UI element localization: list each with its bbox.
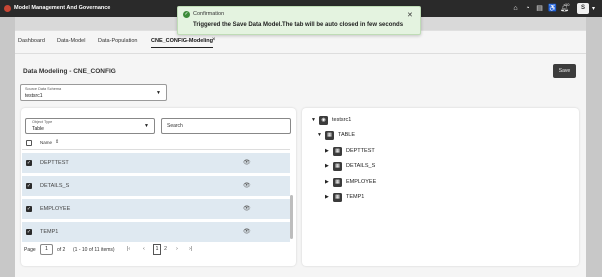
tabs-divider	[15, 53, 586, 54]
table-header: Name ⇕	[22, 138, 290, 150]
schema-icon: ◉	[319, 116, 328, 125]
row-name: DETAILS_S	[40, 183, 70, 189]
row-name: TEMP1	[40, 229, 59, 235]
document-icon[interactable]: ▤	[536, 5, 543, 12]
collapse-caret-icon[interactable]: ▶	[325, 194, 329, 200]
app-title: Model Management And Governance	[14, 5, 111, 11]
object-type-label: Object Type	[32, 120, 53, 124]
page-number-input[interactable]: 1	[40, 244, 53, 255]
caret-down-icon: ▼	[156, 90, 161, 96]
expand-caret-icon[interactable]: ▼	[317, 132, 322, 138]
first-page-icon[interactable]: |‹	[127, 246, 130, 252]
tree-item-label: DETAILS_S	[346, 163, 376, 169]
page-button-1[interactable]: 1	[153, 244, 161, 255]
accessibility-icon[interactable]: ♿	[548, 5, 557, 12]
view-eye-icon[interactable]: 👁︎	[243, 159, 251, 166]
row-name: DEPTTEST	[40, 160, 69, 166]
collapse-caret-icon[interactable]: ▶	[325, 148, 329, 154]
row-checkbox[interactable]: ✓	[26, 229, 32, 235]
table-row[interactable]: ✓ EMPLOYEE 👁︎	[22, 199, 290, 220]
tab-bar: Dashboard Data-Model Data-Population CNE…	[15, 37, 586, 54]
tab-data-model[interactable]: Data-Model	[57, 38, 85, 47]
list-scrollbar[interactable]	[290, 195, 293, 239]
close-icon[interactable]: ✕	[407, 11, 413, 19]
recent-icon[interactable]: ◔	[524, 5, 531, 12]
table-folder-icon: ▦	[325, 131, 334, 140]
row-checkbox[interactable]: ✓	[26, 183, 32, 189]
last-page-icon[interactable]: ›|	[189, 246, 192, 252]
tab-data-population[interactable]: Data-Population	[98, 38, 137, 47]
tab-dashboard[interactable]: Dashboard	[18, 38, 45, 47]
tree-item-label: DEPTTEST	[346, 148, 375, 154]
row-name: EMPLOYEE	[40, 206, 71, 212]
page-title: Data Modeling - CNE_CONFIG	[23, 68, 116, 75]
save-button[interactable]: Save	[553, 64, 576, 78]
tree-group-label: TABLE	[338, 132, 356, 138]
object-type-select[interactable]: Object Type Table ▼	[25, 118, 155, 134]
chevron-down-icon[interactable]: ▾	[592, 5, 595, 12]
toast-title: Confirmation	[193, 11, 225, 17]
object-type-value: Table	[32, 126, 44, 132]
caret-down-icon: ▼	[144, 123, 149, 129]
table-row[interactable]: ✓ DEPTTEST 👁︎	[22, 153, 290, 174]
view-eye-icon[interactable]: 👁︎	[243, 228, 251, 235]
toast-message: Triggered the Save Data Model.The tab wi…	[193, 22, 404, 28]
table-row[interactable]: ✓ DETAILS_S 👁︎	[22, 176, 290, 197]
row-checkbox[interactable]: ✓	[26, 206, 32, 212]
tree-item-label: EMPLOYEE	[346, 179, 377, 185]
previous-page-icon[interactable]: ‹	[143, 246, 145, 252]
table-icon: ▦	[333, 178, 342, 187]
home-icon[interactable]: ⌂	[512, 5, 519, 12]
view-eye-icon[interactable]: 👁︎	[243, 182, 251, 189]
table-icon: ▦	[333, 193, 342, 202]
table-icon: ▦	[333, 147, 342, 156]
confirmation-toast: ✓ Confirmation Triggered the Save Data M…	[177, 6, 421, 35]
pagination: Page 1 of 2 (1 - 10 of 11 items) |‹ ‹ 1 …	[22, 244, 290, 258]
oracle-logo-icon	[4, 5, 11, 12]
schema-value: testsrc1	[25, 93, 43, 99]
left-gutter	[0, 17, 15, 277]
collapse-caret-icon[interactable]: ▶	[325, 163, 329, 169]
collapse-caret-icon[interactable]: ▶	[325, 179, 329, 185]
row-checkbox[interactable]: ✓	[26, 160, 32, 166]
view-eye-icon[interactable]: 👁︎	[243, 205, 251, 212]
item-range-label: (1 - 10 of 11 items)	[73, 247, 115, 253]
schema-label: Source Data Schema	[25, 87, 62, 91]
page-of-label: of 2	[57, 247, 66, 253]
table-icon: ▦	[333, 162, 342, 171]
success-check-icon: ✓	[183, 11, 190, 18]
tree-root-label: testsrc1	[332, 117, 352, 123]
tree-item-label: TEMP1	[346, 194, 365, 200]
name-column-header[interactable]: Name	[40, 140, 52, 145]
page-button-2[interactable]: 2	[164, 246, 167, 252]
sort-icon[interactable]: ⇕	[55, 139, 59, 145]
next-page-icon[interactable]: ›	[176, 246, 178, 252]
schema-tree-card: ▼ ◉ testsrc1 ▼ ▦ TABLE ▶ ▦ DEPTTEST ▶ ▦ …	[302, 108, 579, 266]
select-all-checkbox[interactable]	[26, 140, 32, 146]
source-data-schema-select[interactable]: Source Data Schema testsrc1 ▼	[20, 84, 167, 101]
user-avatar[interactable]: S	[577, 3, 589, 14]
notification-count-badge: 10	[565, 2, 570, 7]
expand-caret-icon[interactable]: ▼	[311, 117, 316, 123]
search-input[interactable]	[161, 118, 291, 134]
table-row[interactable]: ✓ TEMP1 👁︎	[22, 222, 290, 243]
close-tab-icon[interactable]: ×	[212, 37, 216, 43]
right-gutter	[586, 17, 602, 277]
page-label: Page	[24, 247, 36, 253]
tab-cne-config-modeling[interactable]: CNE_CONFIG-Modeling	[151, 38, 214, 48]
